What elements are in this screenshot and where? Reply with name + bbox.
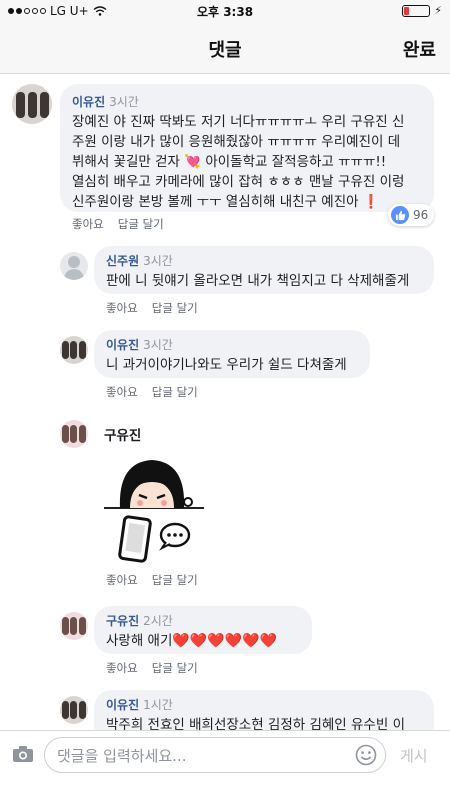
comment-time: 3시간 xyxy=(109,95,139,109)
like-button[interactable]: 좋아요 xyxy=(106,300,138,316)
charging-icon: ⚡ xyxy=(434,4,442,17)
comment-actions: 좋아요 답글 달기 xyxy=(72,216,164,232)
reply-bubble[interactable]: 구유진 2시간 사랑해 애기❤️❤️❤️❤️❤️❤️ xyxy=(94,606,312,654)
reaction-count-badge[interactable]: 96 xyxy=(388,204,435,226)
comment-text: 사랑해 애기 xyxy=(106,633,173,649)
reply-button[interactable]: 답글 달기 xyxy=(152,572,198,588)
comment-text-line: 장예진 야 진짜 딱봐도 저기 너다ㅠㅠㅠㅠㅗ 우리 구유진 신 xyxy=(72,114,405,130)
comment-text-line: 뷔해서 꽃길만 걷자 💘 아이돌학교 잘적응하고 ㅠㅠㅠ!! xyxy=(72,154,387,170)
like-reaction-icon xyxy=(391,206,409,224)
comment-author[interactable]: 이유진 xyxy=(106,698,139,712)
emoji-picker-icon[interactable] xyxy=(355,744,377,766)
clock: 오후 3:38 xyxy=(196,5,254,19)
comment-list[interactable]: 이유진 3시간 장예진 야 진짜 딱봐도 저기 너다ㅠㅠㅠㅠㅗ 우리 구유진 신 … xyxy=(0,74,450,730)
nav-header: 댓글 완료 xyxy=(0,22,450,74)
like-button[interactable]: 좋아요 xyxy=(106,384,138,400)
comment-author[interactable]: 신주원 xyxy=(106,254,139,268)
comment-input[interactable] xyxy=(57,744,347,768)
comment-time: 3시간 xyxy=(143,338,173,352)
avatar[interactable] xyxy=(60,612,88,640)
avatar[interactable] xyxy=(60,336,88,364)
sticker-image[interactable] xyxy=(100,452,208,564)
avatar[interactable] xyxy=(60,420,88,448)
comment-text: 박주희 전효인 배희선장소현 김정하 김혜인 유수빈 이 xyxy=(106,717,405,730)
camera-icon[interactable] xyxy=(12,745,34,763)
comment-author[interactable]: 구유진 xyxy=(106,614,139,628)
comment-text: 니 과거이야기나와도 우리가 쉴드 다쳐줄게 xyxy=(106,357,347,373)
comment-input-box[interactable] xyxy=(44,737,386,773)
like-button[interactable]: 좋아요 xyxy=(72,216,104,232)
heart-emoji-icons: ❤️❤️❤️❤️❤️❤️ xyxy=(172,633,277,649)
reply-button[interactable]: 답글 달기 xyxy=(118,216,164,232)
avatar[interactable] xyxy=(12,84,52,124)
like-button[interactable]: 좋아요 xyxy=(106,572,138,588)
comment-text-line: 열심히 배우고 카메라에 많이 잡혀 ㅎㅎㅎ 맨날 구유진 이렁 xyxy=(72,174,405,190)
comment-time: 2시간 xyxy=(143,614,173,628)
comment-text: 판에 니 뒷얘기 올라오면 내가 책임지고 다 삭제해줄게 xyxy=(106,273,410,289)
reply-bubble[interactable]: 이유진 3시간 니 과거이야기나와도 우리가 쉴드 다쳐줄게 xyxy=(94,330,370,378)
reply-button[interactable]: 답글 달기 xyxy=(152,384,198,400)
done-button[interactable]: 완료 xyxy=(403,36,436,62)
comment-actions: 좋아요 답글 달기 xyxy=(106,572,198,588)
battery-icon xyxy=(402,4,431,17)
reply-button[interactable]: 답글 달기 xyxy=(152,660,198,676)
comment-time: 3시간 xyxy=(143,254,173,268)
like-button[interactable]: 좋아요 xyxy=(106,660,138,676)
avatar[interactable] xyxy=(60,252,88,280)
comment-text-line: 주원 이랑 내가 많이 응원해줬잖아 ㅠㅠㅠㅠ 우리예진이 데 xyxy=(72,134,401,150)
reply-bubble[interactable]: 신주원 3시간 판에 니 뒷얘기 올라오면 내가 책임지고 다 삭제해줄게 xyxy=(94,246,434,294)
reply-bubble[interactable]: 이유진 1시간 박주희 전효인 배희선장소현 김정하 김혜인 유수빈 이 xyxy=(94,690,434,730)
comment-composer: 게시 xyxy=(0,730,450,800)
comment-author[interactable]: 이유진 xyxy=(106,338,139,352)
status-bar: LG U+ 오후 3:38 ⚡ xyxy=(0,0,450,22)
post-button[interactable]: 게시 xyxy=(400,745,428,766)
battery-group: ⚡ xyxy=(402,4,442,17)
page-title: 댓글 xyxy=(208,40,242,61)
comment-author[interactable]: 구유진 xyxy=(104,424,141,444)
comment-author[interactable]: 이유진 xyxy=(72,95,105,109)
comment-time: 1시간 xyxy=(143,698,173,712)
comment-actions: 좋아요 답글 달기 xyxy=(106,660,198,676)
comment-bubble[interactable]: 이유진 3시간 장예진 야 진짜 딱봐도 저기 너다ㅠㅠㅠㅠㅗ 우리 구유진 신 … xyxy=(60,84,434,212)
comment-actions: 좋아요 답글 달기 xyxy=(106,384,198,400)
comment-text-line: 신주원이랑 본방 볼께 ㅜㅜ 열심히해 내친구 예진아 ❗ xyxy=(72,194,380,210)
comment-actions: 좋아요 답글 달기 xyxy=(106,300,198,316)
avatar[interactable] xyxy=(60,696,88,724)
reaction-count: 96 xyxy=(413,208,429,222)
reply-button[interactable]: 답글 달기 xyxy=(152,300,198,316)
